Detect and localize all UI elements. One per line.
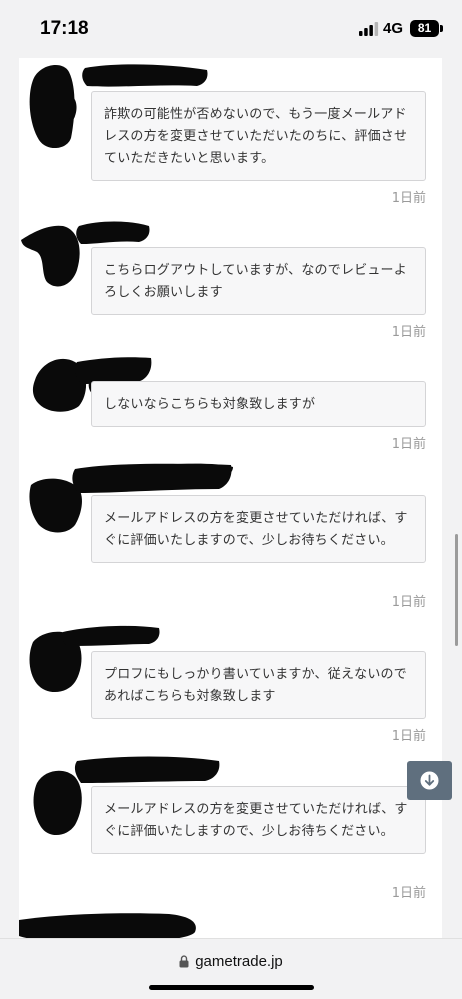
status-time: 17:18 (40, 18, 89, 39)
message-bubble: 詐欺の可能性が否めないので、もう一度メールアドレスの方を変更させていただいたのち… (91, 91, 426, 181)
network-label: 4G (383, 20, 404, 37)
message-bubble: メールアドレスの方を変更させていただければ、すぐに評価いたしますので、少しお待ち… (91, 786, 426, 854)
message-text: メールアドレスの方を変更させていただければ、すぐに評価いたしますので、少しお待ち… (104, 802, 408, 839)
message-text: 詐欺の可能性が否めないので、もう一度メールアドレスの方を変更させていただいたのち… (104, 107, 408, 166)
message-time: 1日前 (391, 191, 426, 206)
message-time: 1日前 (391, 325, 426, 340)
scroll-down-button[interactable] (407, 761, 452, 800)
message-time: 1日前 (391, 729, 426, 744)
message-time: 1日前 (391, 595, 426, 610)
message-bubble: こちらログアウトしていますが、なのでレビューよろしくお願いします (91, 247, 426, 315)
message-text: プロフにもしっかり書いていますか、従えないのであればこちらも対象致します (104, 667, 407, 704)
status-bar: 17:18 4G 81 (0, 0, 462, 58)
browser-address-bar[interactable]: gametrade.jp (0, 938, 462, 999)
url-text: gametrade.jp (195, 953, 283, 970)
home-indicator[interactable] (149, 985, 314, 990)
lock-icon (179, 955, 189, 968)
message-time: 1日前 (391, 886, 426, 901)
chat-message-list[interactable]: 詐欺の可能性が否めないので、もう一度メールアドレスの方を変更させていただいたのち… (19, 58, 442, 938)
scrollbar[interactable] (455, 534, 458, 646)
redacted-avatar-and-name (19, 913, 196, 938)
battery-nub (440, 25, 443, 32)
message-text: メールアドレスの方を変更させていただければ、すぐに評価いたしますので、少しお待ち… (104, 511, 408, 548)
message-text: しないならこちらも対象致しますが (104, 397, 316, 412)
message-bubble: しないならこちらも対象致しますが (91, 381, 426, 427)
message-time: 1日前 (391, 437, 426, 452)
message-bubble: メールアドレスの方を変更させていただければ、すぐに評価いたしますので、少しお待ち… (91, 495, 426, 563)
arrow-down-circle-icon (420, 771, 439, 790)
signal-icon (359, 22, 379, 36)
url-display[interactable]: gametrade.jp (0, 953, 462, 970)
battery-icon: 81 (410, 20, 439, 37)
message-bubble: プロフにもしっかり書いていますか、従えないのであればこちらも対象致します (91, 651, 426, 719)
message-text: こちらログアウトしていますが、なのでレビューよろしくお願いします (104, 263, 407, 300)
